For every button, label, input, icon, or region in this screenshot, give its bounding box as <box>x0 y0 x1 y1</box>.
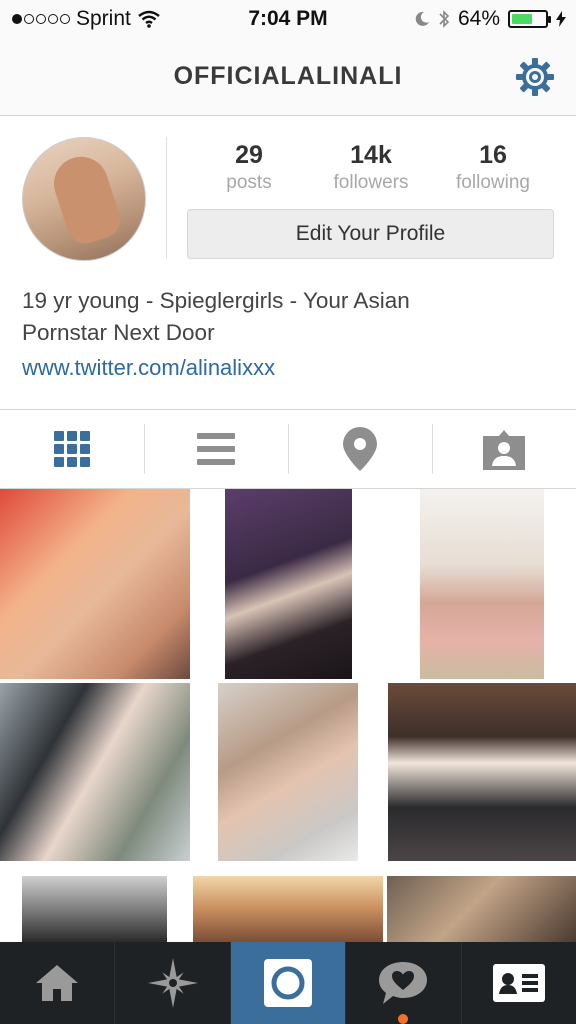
battery-level <box>512 14 533 24</box>
home-icon <box>36 965 79 1001</box>
profile-stats: 29 posts 14k followers 16 following <box>188 141 554 194</box>
tab-grid-view[interactable] <box>0 410 144 488</box>
gear-icon[interactable] <box>514 56 556 98</box>
photo-thumbnail[interactable] <box>388 683 576 861</box>
photo-thumbnail[interactable] <box>22 876 167 942</box>
bio-line: 19 yr young - Spieglergirls - Your Asian <box>22 288 410 313</box>
stat-value: 16 <box>479 141 507 169</box>
status-bar: Sprint 7:04 PM 64% <box>0 0 576 38</box>
tagged-person-icon <box>483 430 525 470</box>
profile-card-icon <box>492 964 545 1002</box>
bluetooth-icon <box>439 10 450 28</box>
edit-profile-button[interactable]: Edit Your Profile <box>187 209 554 259</box>
photo-thumbnail[interactable] <box>193 876 383 942</box>
profile-header: OFFICIALALINALI <box>0 38 576 116</box>
website-link[interactable]: www.twitter.com/alinalixxx <box>22 355 275 381</box>
location-pin-icon <box>343 427 377 471</box>
tab-camera[interactable] <box>230 942 347 1024</box>
battery-percent: 64% <box>457 7 500 30</box>
stat-following[interactable]: 16 following <box>432 141 554 194</box>
bottom-tab-bar <box>0 942 576 1024</box>
activity-heart-icon <box>379 962 428 1004</box>
tab-profile[interactable] <box>462 942 576 1024</box>
bio-line: Pornstar Next Door <box>22 320 215 345</box>
username-title: OFFICIALALINALI <box>173 62 403 90</box>
tab-list-view[interactable] <box>144 410 288 488</box>
tab-tagged-view[interactable] <box>432 410 576 488</box>
stat-label: followers <box>333 172 409 193</box>
photo-thumbnail[interactable] <box>0 489 190 679</box>
photo-thumbnail[interactable] <box>420 489 544 679</box>
stat-posts[interactable]: 29 posts <box>188 141 310 194</box>
divider <box>166 137 167 259</box>
carrier-label: Sprint <box>76 7 131 30</box>
photo-thumbnail[interactable] <box>225 489 352 679</box>
photo-thumbnail[interactable] <box>218 683 358 861</box>
battery-icon <box>508 10 551 28</box>
moon-icon <box>415 11 429 26</box>
tab-explore[interactable] <box>115 942 231 1024</box>
stat-followers[interactable]: 14k followers <box>310 141 432 194</box>
stat-label: following <box>456 172 530 193</box>
tab-map-view[interactable] <box>288 410 432 488</box>
charging-bolt-icon <box>556 11 566 27</box>
profile-section: 29 posts 14k followers 16 following Edit… <box>0 117 576 409</box>
status-left: Sprint <box>12 7 161 31</box>
grid-icon <box>54 431 90 467</box>
stat-value: 14k <box>350 141 392 169</box>
photo-grid <box>0 489 576 942</box>
view-tabs <box>0 409 576 489</box>
stat-value: 29 <box>235 141 263 169</box>
photo-thumbnail[interactable] <box>0 683 190 861</box>
photo-thumbnail[interactable] <box>387 876 576 942</box>
list-icon <box>197 433 235 465</box>
notification-dot <box>398 1014 409 1024</box>
avatar-photo <box>47 149 125 249</box>
bio: 19 yr young - Spieglergirls - Your Asian… <box>22 285 542 349</box>
tab-home[interactable] <box>0 942 116 1024</box>
status-right: 64% <box>414 7 566 31</box>
stat-label: posts <box>226 172 272 193</box>
camera-icon <box>264 959 313 1007</box>
tab-activity[interactable] <box>346 942 462 1024</box>
wifi-icon <box>138 10 160 28</box>
avatar[interactable] <box>22 137 146 261</box>
signal-strength-icon <box>12 14 70 24</box>
explore-star-icon <box>147 958 198 1008</box>
